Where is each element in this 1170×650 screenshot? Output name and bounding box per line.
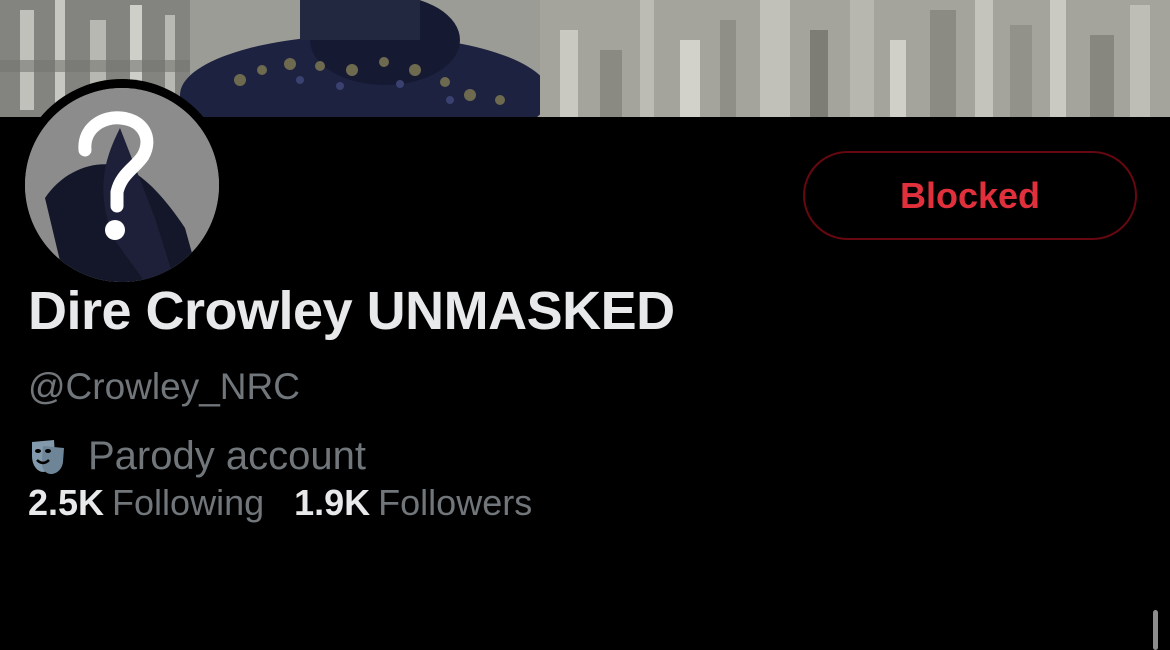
avatar[interactable]: [25, 88, 219, 282]
followers-count: 1.9K: [294, 482, 371, 523]
followers-label: Followers: [378, 482, 533, 523]
following-count: 2.5K: [28, 482, 105, 523]
blocked-button-label: Blocked: [899, 174, 1041, 216]
following-label: Following: [112, 482, 265, 523]
followers-link[interactable]: 1.9K Followers: [294, 482, 532, 524]
user-handle: @Crowley_NRC: [28, 366, 300, 407]
scrollbar[interactable]: [1153, 610, 1158, 650]
theater-masks-icon: [32, 440, 64, 474]
following-link[interactable]: 2.5K Following: [28, 482, 264, 524]
avatar-ring: [16, 79, 228, 291]
parody-label-text: Parody account: [88, 433, 366, 478]
blocked-button[interactable]: Blocked: [803, 151, 1137, 240]
question-mark-icon: [25, 88, 219, 282]
profile-stats: 2.5K Following 1.9K Followers: [28, 482, 532, 524]
display-name: Dire Crowley UNMASKED: [28, 281, 675, 341]
parody-label: Parody account: [28, 432, 366, 480]
